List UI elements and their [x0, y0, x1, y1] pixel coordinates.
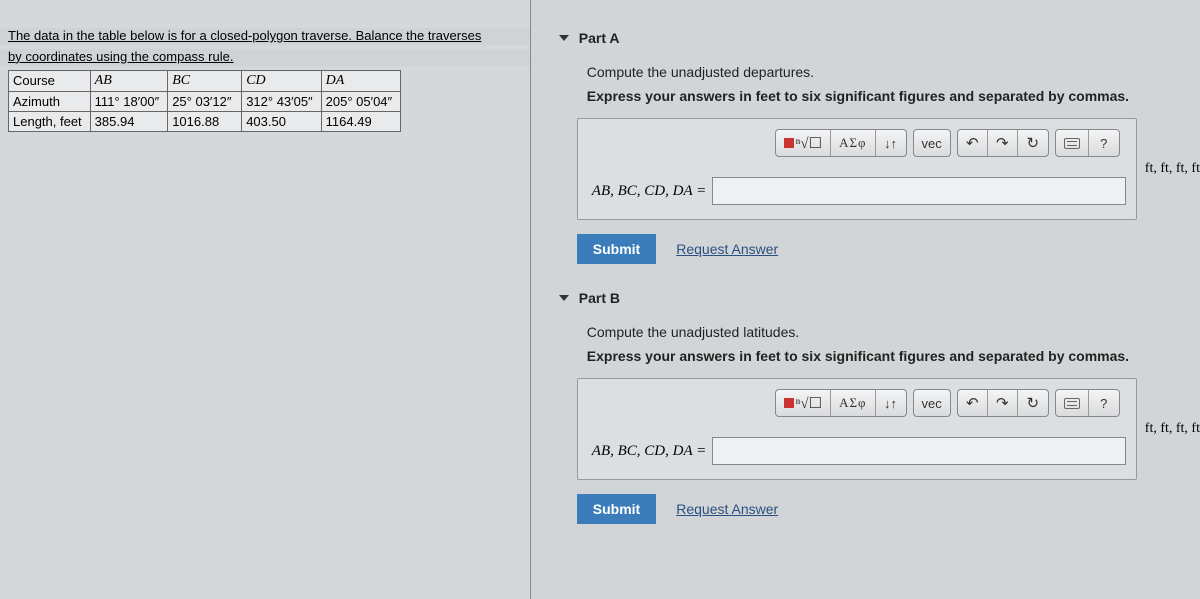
- part-a-header[interactable]: Part A: [531, 20, 1200, 56]
- updown-icon: ↓↑: [884, 396, 897, 411]
- part-b-answer-box: ⁿ√☐ ΑΣφ ↓↑ vec ↶ ↷ ↻ ?: [577, 378, 1137, 480]
- header-cd: CD: [242, 70, 321, 91]
- equation-toolbar: ⁿ√☐ ΑΣφ ↓↑ vec ↶ ↷ ↻ ?: [578, 379, 1136, 423]
- cell: 1016.88: [168, 111, 242, 131]
- help-button[interactable]: ?: [1089, 390, 1119, 416]
- part-a-answer-box: ⁿ√☐ ΑΣφ ↓↑ vec ↶ ↷ ↻ ?: [577, 118, 1137, 220]
- sqrt-icon: ⁿ√☐: [796, 394, 822, 413]
- sqrt-icon: ⁿ√☐: [796, 134, 822, 153]
- help-icon: ?: [1100, 396, 1107, 411]
- reset-icon: ↻: [1026, 134, 1039, 152]
- part-a-body: Compute the unadjusted departures. Expre…: [531, 56, 1200, 280]
- vec-label: vec: [922, 396, 942, 411]
- part-a-answer-input[interactable]: [712, 177, 1126, 205]
- updown-icon: ↓↑: [884, 136, 897, 151]
- greek-button[interactable]: ΑΣφ: [831, 390, 875, 416]
- part-b-instruction-1: Compute the unadjusted latitudes.: [587, 324, 1200, 340]
- problem-panel: The data in the table below is for a clo…: [0, 0, 530, 599]
- part-b-request-answer-link[interactable]: Request Answer: [676, 501, 778, 517]
- templates-button[interactable]: ⁿ√☐: [776, 130, 831, 156]
- cell: 1164.49: [321, 111, 400, 131]
- table-header-row: Course AB BC CD DA: [9, 70, 401, 91]
- row-azimuth-label: Azimuth: [9, 91, 91, 111]
- undo-icon: ↶: [966, 136, 979, 151]
- part-b-instruction-2: Express your answers in feet to six sign…: [587, 348, 1200, 364]
- header-ab: AB: [90, 70, 168, 91]
- part-a-var-label: AB, BC, CD, DA =: [592, 183, 706, 200]
- redo-button[interactable]: ↷: [988, 130, 1018, 156]
- reset-icon: ↻: [1026, 394, 1039, 412]
- redo-icon: ↷: [996, 136, 1009, 151]
- table-row: Length, feet 385.94 1016.88 403.50 1164.…: [9, 111, 401, 131]
- reset-button[interactable]: ↻: [1018, 390, 1048, 416]
- row-length-label: Length, feet: [9, 111, 91, 131]
- part-a-title: Part A: [579, 30, 620, 46]
- header-course: Course: [9, 70, 91, 91]
- table-row: Azimuth 111° 18′00″ 25° 03′12″ 312° 43′0…: [9, 91, 401, 111]
- cell: 312° 43′05″: [242, 91, 321, 111]
- part-b-var-label: AB, BC, CD, DA =: [592, 443, 706, 460]
- subscript-button[interactable]: ↓↑: [876, 390, 906, 416]
- cell: 25° 03′12″: [168, 91, 242, 111]
- caret-down-icon: [559, 35, 569, 41]
- vec-button[interactable]: vec: [914, 130, 950, 156]
- part-b-title: Part B: [579, 290, 620, 306]
- keyboard-button[interactable]: [1056, 390, 1089, 416]
- part-a-instruction-1: Compute the unadjusted departures.: [587, 64, 1200, 80]
- help-icon: ?: [1100, 136, 1107, 151]
- answer-panel: Part A Compute the unadjusted departures…: [530, 0, 1200, 599]
- greek-icon: ΑΣφ: [839, 395, 866, 411]
- greek-button[interactable]: ΑΣφ: [831, 130, 875, 156]
- cell: 205° 05′04″: [321, 91, 400, 111]
- prompt-line2: by coordinates using the compass rule.: [0, 49, 530, 66]
- part-b-units: ft, ft, ft, ft: [1145, 421, 1200, 437]
- undo-button[interactable]: ↶: [958, 390, 988, 416]
- part-a-submit-button[interactable]: Submit: [577, 234, 656, 264]
- header-da: DA: [321, 70, 400, 91]
- part-b-submit-button[interactable]: Submit: [577, 494, 656, 524]
- part-b-answer-input[interactable]: [712, 437, 1126, 465]
- part-a-instruction-2: Express your answers in feet to six sign…: [587, 88, 1200, 104]
- vec-button[interactable]: vec: [914, 390, 950, 416]
- subscript-button[interactable]: ↓↑: [876, 130, 906, 156]
- vec-label: vec: [922, 136, 942, 151]
- part-a-request-answer-link[interactable]: Request Answer: [676, 241, 778, 257]
- templates-button[interactable]: ⁿ√☐: [776, 390, 831, 416]
- part-b-header[interactable]: Part B: [531, 280, 1200, 316]
- equation-toolbar: ⁿ√☐ ΑΣφ ↓↑ vec ↶ ↷ ↻ ?: [578, 119, 1136, 163]
- header-bc: BC: [168, 70, 242, 91]
- greek-icon: ΑΣφ: [839, 135, 866, 151]
- redo-button[interactable]: ↷: [988, 390, 1018, 416]
- cell: 403.50: [242, 111, 321, 131]
- redo-icon: ↷: [996, 396, 1009, 411]
- cell: 385.94: [90, 111, 168, 131]
- keyboard-icon: [1064, 138, 1080, 149]
- part-a-units: ft, ft, ft, ft: [1145, 161, 1200, 177]
- help-button[interactable]: ?: [1089, 130, 1119, 156]
- data-table: Course AB BC CD DA Azimuth 111° 18′00″ 2…: [8, 70, 401, 132]
- keyboard-icon: [1064, 398, 1080, 409]
- keyboard-button[interactable]: [1056, 130, 1089, 156]
- undo-button[interactable]: ↶: [958, 130, 988, 156]
- cell: 111° 18′00″: [90, 91, 168, 111]
- prompt-line1: The data in the table below is for a clo…: [0, 28, 530, 45]
- reset-button[interactable]: ↻: [1018, 130, 1048, 156]
- caret-down-icon: [559, 295, 569, 301]
- part-b-body: Compute the unadjusted latitudes. Expres…: [531, 316, 1200, 540]
- undo-icon: ↶: [966, 396, 979, 411]
